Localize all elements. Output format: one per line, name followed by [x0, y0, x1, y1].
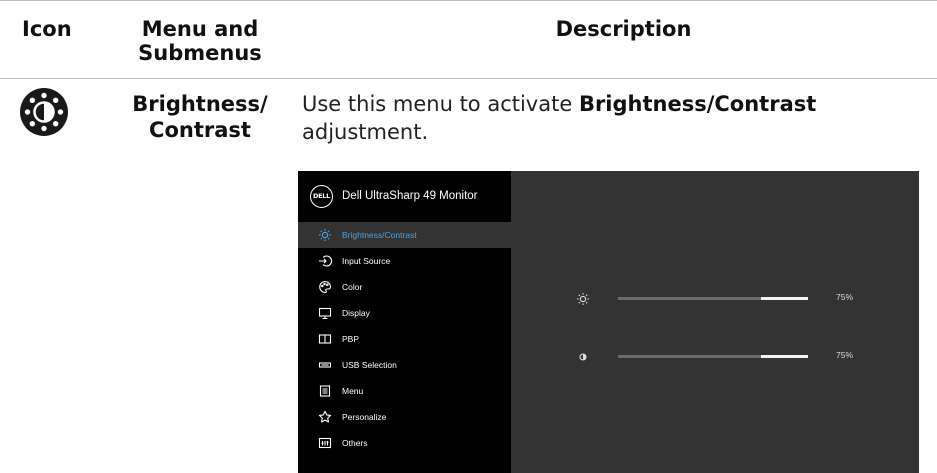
- osd-menu-item-menu[interactable]: Menu: [298, 378, 511, 404]
- osd-menu-item-brightness-contrast[interactable]: Brightness/Contrast: [298, 222, 511, 248]
- description-bold: Brightness/Contrast: [578, 92, 817, 116]
- osd-menu-item-input-source[interactable]: Input Source: [298, 248, 511, 274]
- menu-name: Brightness/ Contrast: [110, 91, 290, 143]
- input-source-icon: [318, 254, 332, 268]
- brightness-slider[interactable]: 75%: [298, 291, 919, 307]
- osd-menu-label: Input Source: [342, 256, 391, 266]
- contrast-slider-rest: [761, 355, 808, 358]
- brightness-icon: [576, 291, 590, 305]
- column-header-icon: Icon: [22, 17, 72, 41]
- osd-menu-label: Menu: [342, 386, 364, 396]
- others-icon: [318, 436, 332, 450]
- contrast-slider-fill: [618, 355, 761, 358]
- header-bottom-rule: [0, 78, 937, 79]
- table-top-rule: [0, 0, 937, 1]
- menu-name-line2: Contrast: [149, 118, 251, 142]
- osd-header: DELL Dell UltraSharp 49 Monitor: [298, 171, 511, 221]
- description-suffix: adjustment.: [302, 120, 429, 144]
- menu-icon: [318, 384, 332, 398]
- osd-sidebar: DELL Dell UltraSharp 49 Monitor Brightne…: [298, 171, 511, 473]
- menu-name-line1: Brightness/: [132, 92, 268, 116]
- dell-logo: DELL: [310, 184, 333, 208]
- osd-menu-label: Brightness/Contrast: [342, 230, 417, 240]
- contrast-slider-track[interactable]: [618, 355, 808, 358]
- osd-screenshot: DELL Dell UltraSharp 49 Monitor Brightne…: [298, 171, 919, 473]
- column-header-menu: Menu and Submenus: [138, 17, 262, 65]
- osd-menu-label: Personalize: [342, 412, 387, 422]
- brightness-slider-fill: [618, 297, 761, 300]
- osd-menu-item-others[interactable]: Others: [298, 430, 511, 456]
- osd-menu-item-personalize[interactable]: Personalize: [298, 404, 511, 430]
- column-header-description: Description: [555, 17, 692, 41]
- display-icon: [318, 306, 332, 320]
- contrast-icon: [576, 349, 590, 363]
- description-prefix: Use this menu to activate: [302, 92, 579, 116]
- osd-title: Dell UltraSharp 49 Monitor: [342, 190, 478, 202]
- star-icon: [318, 410, 332, 424]
- brightness-contrast-icon: [19, 87, 69, 137]
- description-text: Use this menu to activate Brightness/Con…: [302, 90, 922, 146]
- osd-menu-label: Others: [342, 438, 368, 448]
- pbp-icon: [318, 332, 332, 346]
- brightness-slider-rest: [761, 297, 808, 300]
- brightness-value: 75%: [836, 292, 854, 302]
- contrast-slider[interactable]: 75%: [298, 349, 919, 365]
- brightness-slider-track[interactable]: [618, 297, 808, 300]
- osd-menu-label: PBP: [342, 334, 360, 344]
- brightness-icon: [318, 228, 332, 242]
- contrast-value: 75%: [836, 350, 854, 360]
- osd-menu-label: Display: [342, 308, 370, 318]
